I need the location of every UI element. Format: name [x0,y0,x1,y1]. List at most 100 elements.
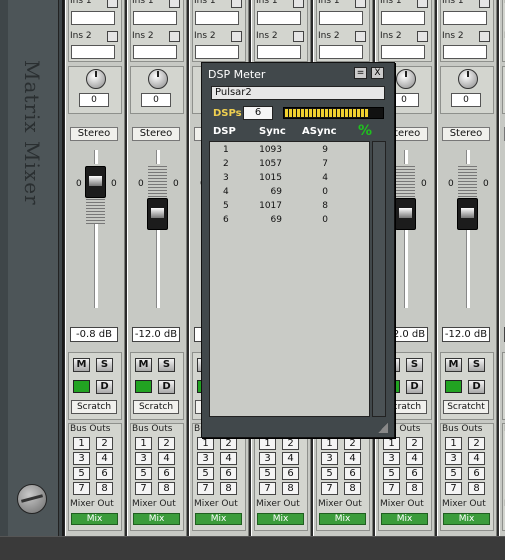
solo-button[interactable]: S [158,358,175,372]
bus-out-button[interactable]: 3 [259,452,276,465]
bus-out-button[interactable]: 8 [282,482,299,495]
bus-out-button[interactable]: 5 [259,467,276,480]
direct-button[interactable]: D [96,380,113,394]
pan-value-field[interactable]: 0 [451,93,481,107]
insert-2-slot[interactable] [71,45,115,59]
bus-out-button[interactable]: 1 [445,437,462,450]
pan-knob-icon[interactable] [86,69,106,89]
insert-2-slot[interactable] [319,45,363,59]
dsp-row[interactable]: 2 1057 7 [210,159,370,172]
mute-button[interactable]: M [135,358,152,372]
channel-name-field[interactable]: Scratcht [443,400,489,414]
dsp-row[interactable]: 6 69 0 [210,215,370,228]
bus-out-button[interactable]: 2 [344,437,361,450]
bus-out-button[interactable]: 3 [197,452,214,465]
bus-out-button[interactable]: 6 [406,467,423,480]
bus-out-button[interactable]: 4 [406,452,423,465]
insert-2-checkbox[interactable] [107,31,118,42]
bus-out-button[interactable]: 6 [220,467,237,480]
insert-1-slot[interactable] [195,11,239,25]
insert-1-checkbox[interactable] [479,0,490,8]
bus-out-button[interactable]: 4 [344,452,361,465]
gain-db-field[interactable]: -12.0 dB [442,327,490,342]
bus-out-button[interactable]: 8 [158,482,175,495]
bus-out-button[interactable]: 2 [282,437,299,450]
list-scrollbar[interactable] [372,141,386,417]
pan-knob-icon[interactable] [396,69,416,89]
gain-db-field[interactable]: -0.8 dB [70,327,118,342]
bus-out-button[interactable]: 8 [344,482,361,495]
dsps-count-field[interactable]: 6 [243,106,273,120]
stereo-mode-button[interactable]: Stereo [132,127,180,141]
insert-2-slot[interactable] [195,45,239,59]
bus-out-button[interactable]: 1 [383,437,400,450]
active-led[interactable] [73,380,90,393]
bus-out-button[interactable]: 4 [282,452,299,465]
bus-out-button[interactable]: 7 [197,482,214,495]
bus-out-button[interactable]: 6 [468,467,485,480]
bus-out-button[interactable]: 3 [321,452,338,465]
insert-1-slot[interactable] [443,11,487,25]
direct-button[interactable]: D [158,380,175,394]
solo-button[interactable]: S [468,358,485,372]
mix-button[interactable]: Mix [133,513,180,525]
insert-2-checkbox[interactable] [355,31,366,42]
mix-button[interactable]: Mix [195,513,242,525]
solo-button[interactable]: S [406,358,423,372]
insert-1-checkbox[interactable] [355,0,366,8]
bus-out-button[interactable]: 3 [383,452,400,465]
bus-out-button[interactable]: 5 [197,467,214,480]
bus-out-button[interactable]: 5 [73,467,90,480]
bus-out-button[interactable]: 8 [96,482,113,495]
close-button[interactable]: X [371,67,384,79]
fader-handle[interactable] [457,197,478,230]
mix-button[interactable]: Mix [381,513,428,525]
fader-handle[interactable] [147,197,168,230]
insert-2-slot[interactable] [381,45,425,59]
bus-out-button[interactable]: 6 [96,467,113,480]
insert-1-checkbox[interactable] [417,0,428,8]
pan-value-field[interactable]: 0 [141,93,171,107]
bus-out-button[interactable]: 1 [73,437,90,450]
bus-out-button[interactable]: 4 [96,452,113,465]
bus-out-button[interactable]: 8 [468,482,485,495]
mix-button[interactable]: Mix [71,513,118,525]
bus-out-button[interactable]: 1 [321,437,338,450]
active-led[interactable] [445,380,462,393]
insert-2-slot[interactable] [133,45,177,59]
mix-button[interactable]: Mix [443,513,490,525]
insert-2-checkbox[interactable] [169,31,180,42]
insert-1-slot[interactable] [319,11,363,25]
device-name-field[interactable]: Pulsar2 [211,86,385,100]
bus-out-button[interactable]: 2 [468,437,485,450]
dsp-row[interactable]: 4 69 0 [210,187,370,200]
bus-out-button[interactable]: 2 [220,437,237,450]
pan-value-field[interactable]: 0 [79,93,109,107]
mute-button[interactable]: M [73,358,90,372]
insert-1-slot[interactable] [381,11,425,25]
fader-handle[interactable] [395,197,416,230]
bus-out-button[interactable]: 6 [344,467,361,480]
insert-2-checkbox[interactable] [417,31,428,42]
insert-1-slot[interactable] [71,11,115,25]
bus-out-button[interactable]: 3 [445,452,462,465]
bus-out-button[interactable]: 5 [445,467,462,480]
bus-out-button[interactable]: 7 [321,482,338,495]
bus-out-button[interactable]: 2 [158,437,175,450]
insert-2-checkbox[interactable] [293,31,304,42]
resize-grip-icon[interactable] [378,423,388,433]
bus-out-button[interactable]: 3 [73,452,90,465]
bus-out-button[interactable]: 1 [135,437,152,450]
bus-out-button[interactable]: 8 [406,482,423,495]
insert-1-checkbox[interactable] [169,0,180,8]
mix-button[interactable]: Mix [319,513,366,525]
bus-out-button[interactable]: 1 [259,437,276,450]
minimize-button[interactable]: = [354,67,367,79]
bus-out-button[interactable]: 7 [135,482,152,495]
bus-out-button[interactable]: 7 [445,482,462,495]
bus-out-button[interactable]: 1 [197,437,214,450]
bus-out-button[interactable]: 6 [158,467,175,480]
bus-out-button[interactable]: 7 [73,482,90,495]
bus-out-button[interactable]: 4 [220,452,237,465]
bus-out-button[interactable]: 8 [220,482,237,495]
